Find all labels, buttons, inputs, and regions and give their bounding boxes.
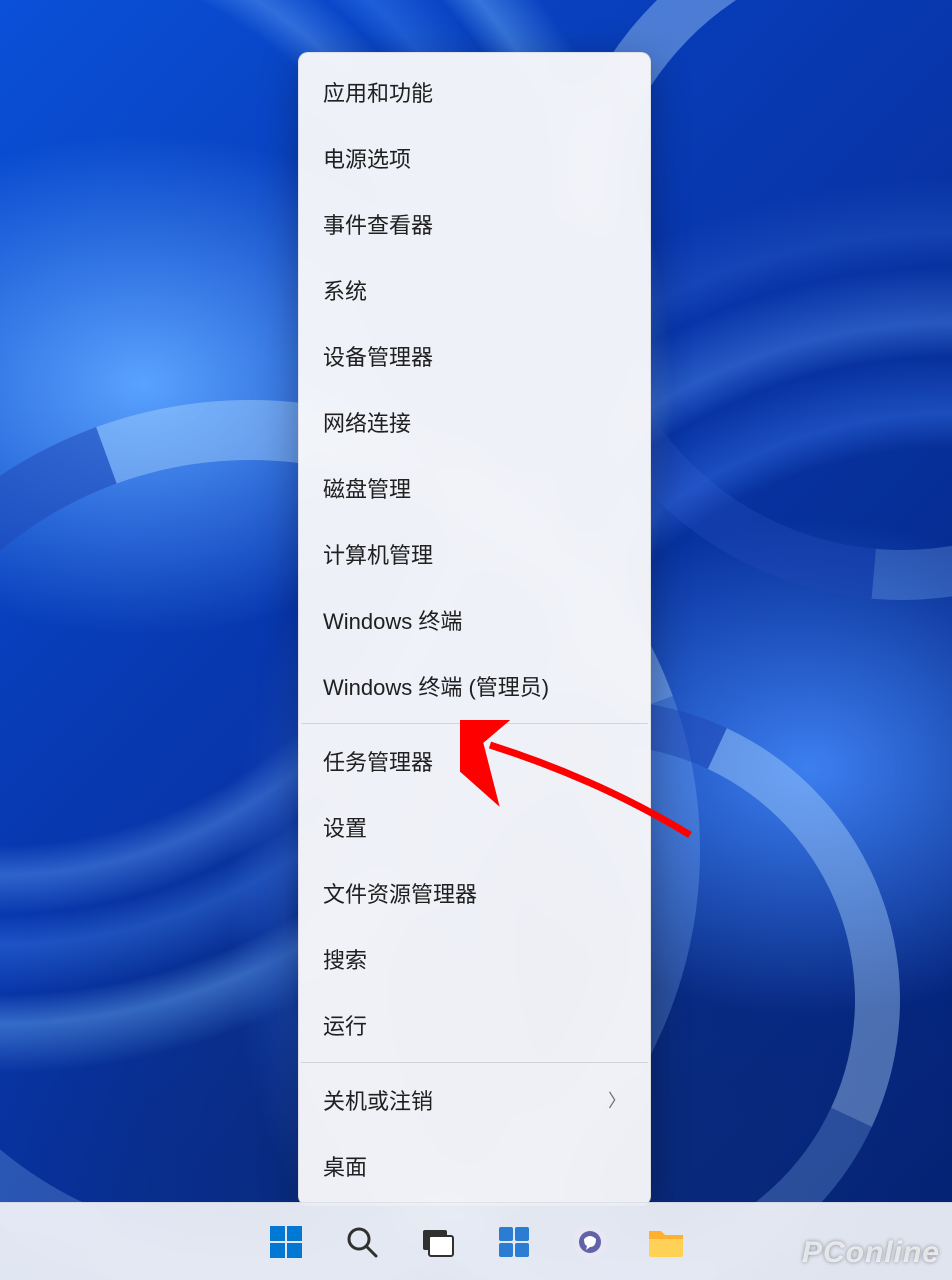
widgets-icon	[496, 1224, 532, 1260]
menu-item-task-manager[interactable]: 任务管理器	[299, 728, 650, 794]
search-button[interactable]	[328, 1211, 396, 1273]
menu-item-event-viewer[interactable]: 事件查看器	[299, 191, 650, 257]
chat-icon	[571, 1223, 609, 1261]
menu-separator	[301, 1062, 648, 1063]
menu-item-apps-features[interactable]: 应用和功能	[299, 59, 650, 125]
taskbar	[0, 1202, 952, 1280]
task-view-icon	[420, 1224, 456, 1260]
chevron-right-icon: 〉	[608, 1087, 626, 1113]
chat-button[interactable]	[556, 1211, 624, 1273]
menu-item-windows-terminal-admin[interactable]: Windows 终端 (管理员)	[299, 653, 650, 719]
menu-item-shutdown-signout[interactable]: 关机或注销 〉	[299, 1067, 650, 1133]
start-button[interactable]	[252, 1211, 320, 1273]
menu-item-power-options[interactable]: 电源选项	[299, 125, 650, 191]
winx-context-menu: 应用和功能 电源选项 事件查看器 系统 设备管理器 网络连接 磁盘管理 计算机管…	[298, 52, 651, 1206]
menu-item-search[interactable]: 搜索	[299, 926, 650, 992]
menu-item-run[interactable]: 运行	[299, 992, 650, 1058]
menu-item-desktop[interactable]: 桌面	[299, 1133, 650, 1199]
menu-item-file-explorer[interactable]: 文件资源管理器	[299, 860, 650, 926]
task-view-button[interactable]	[404, 1211, 472, 1273]
menu-item-system[interactable]: 系统	[299, 257, 650, 323]
folder-icon	[647, 1225, 685, 1259]
menu-item-windows-terminal[interactable]: Windows 终端	[299, 587, 650, 653]
menu-separator	[301, 723, 648, 724]
file-explorer-button[interactable]	[632, 1211, 700, 1273]
windows-logo-icon	[268, 1224, 304, 1260]
menu-item-settings[interactable]: 设置	[299, 794, 650, 860]
menu-item-disk-management[interactable]: 磁盘管理	[299, 455, 650, 521]
menu-item-device-manager[interactable]: 设备管理器	[299, 323, 650, 389]
menu-item-computer-management[interactable]: 计算机管理	[299, 521, 650, 587]
widgets-button[interactable]	[480, 1211, 548, 1273]
menu-item-network-connections[interactable]: 网络连接	[299, 389, 650, 455]
search-icon	[345, 1225, 379, 1259]
